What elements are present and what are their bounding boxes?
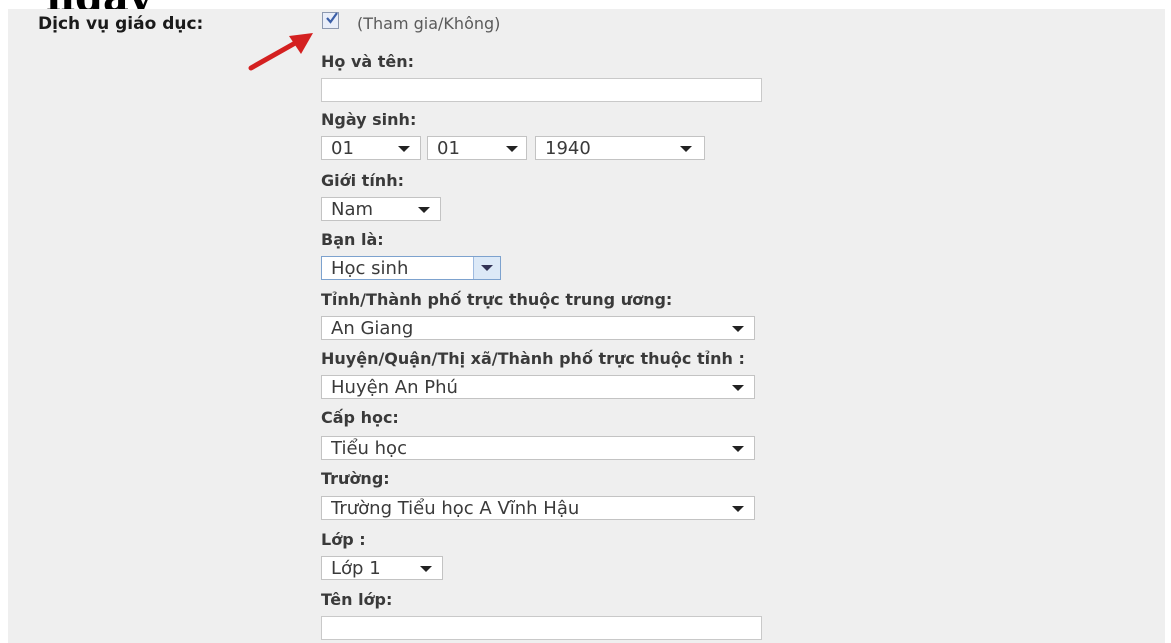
grade-select[interactable]: Lớp 1 <box>321 556 443 580</box>
dob-year-value: 1940 <box>545 138 591 159</box>
school-level-select[interactable]: Tiểu học <box>321 436 755 460</box>
chevron-down-icon <box>418 207 430 213</box>
chevron-down-icon <box>732 326 744 332</box>
province-label: Tỉnh/Thành phố trực thuộc trung ương: <box>321 290 673 309</box>
dropdown-button[interactable] <box>473 257 500 279</box>
province-select[interactable]: An Giang <box>321 316 755 340</box>
grade-value: Lớp 1 <box>331 558 381 579</box>
dob-month-value: 01 <box>437 138 460 159</box>
district-label: Huyện/Quận/Thị xã/Thành phố trực thuộc t… <box>321 349 745 368</box>
chevron-down-icon <box>732 446 744 452</box>
dob-label: Ngày sinh: <box>321 110 417 129</box>
chevron-down-icon <box>680 146 692 152</box>
role-select[interactable]: Học sinh <box>321 256 501 280</box>
dob-day-select[interactable]: 01 <box>321 136 421 160</box>
chevron-down-icon <box>732 506 744 512</box>
class-name-input[interactable] <box>321 616 762 640</box>
full-name-label: Họ và tên: <box>321 52 415 71</box>
school-level-value: Tiểu học <box>331 438 407 459</box>
gender-value: Nam <box>331 199 374 220</box>
chevron-down-icon <box>398 146 410 152</box>
school-label: Trường: <box>321 469 390 488</box>
class-name-label: Tên lớp: <box>321 590 393 609</box>
role-value: Học sinh <box>331 258 409 279</box>
red-arrow-icon <box>248 33 313 71</box>
grade-label: Lớp : <box>321 530 366 549</box>
province-value: An Giang <box>331 318 414 339</box>
education-service-checkbox[interactable] <box>322 12 339 29</box>
dob-month-select[interactable]: 01 <box>427 136 527 160</box>
chevron-down-icon <box>420 566 432 572</box>
chevron-down-icon <box>732 385 744 391</box>
district-select[interactable]: Huyện An Phú <box>321 375 755 399</box>
participation-hint: (Tham gia/Không) <box>357 14 501 33</box>
school-select[interactable]: Trường Tiểu học A Vĩnh Hậu <box>321 496 755 520</box>
full-name-input[interactable] <box>321 78 762 102</box>
chevron-down-icon <box>481 265 493 271</box>
checkbox-check-icon <box>326 12 338 24</box>
education-service-label: Dịch vụ giáo dục: <box>38 14 204 34</box>
school-level-label: Cấp học: <box>321 408 399 427</box>
dob-year-select[interactable]: 1940 <box>535 136 705 160</box>
gender-label: Giới tính: <box>321 171 404 190</box>
role-label: Bạn là: <box>321 230 384 249</box>
district-value: Huyện An Phú <box>331 377 458 398</box>
chevron-down-icon <box>506 146 518 152</box>
school-value: Trường Tiểu học A Vĩnh Hậu <box>331 498 580 519</box>
dob-day-value: 01 <box>331 138 354 159</box>
gender-select[interactable]: Nam <box>321 197 441 221</box>
